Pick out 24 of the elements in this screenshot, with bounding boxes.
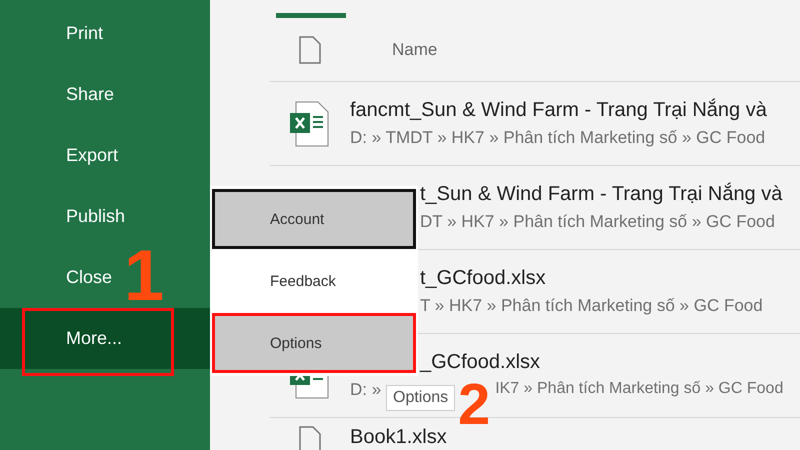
column-header[interactable]: Name <box>392 40 438 60</box>
file-path: T » HK7 » Phân tích Marketing số » GC Food <box>420 296 763 316</box>
file-icon <box>299 36 321 64</box>
file-path: IK7 » Phân tích Marketing số » GC Food <box>495 380 784 399</box>
sidebar-item[interactable]: Export <box>0 125 128 186</box>
file-path: DT » HK7 » Phân tích Marketing số » GC Food <box>420 212 776 232</box>
tab-indicator <box>276 13 346 18</box>
sidebar-item[interactable]: Print <box>0 3 114 64</box>
menu-item[interactable]: Options <box>212 313 416 373</box>
file-name[interactable]: t_Sun & Wind Farm - Trang Trại Nắng và <box>420 183 782 206</box>
sidebar-item[interactable]: More... <box>0 308 210 369</box>
menu-item[interactable]: Account <box>212 189 416 249</box>
file-name[interactable]: fancmt_Sun & Wind Farm - Trang Trại Nắng và <box>350 99 767 122</box>
file-name[interactable]: _GCfood.xlsx <box>420 351 784 374</box>
file-path: D: » TMDT » HK7 » Phân tích Marketing số » GC Food <box>350 128 766 148</box>
tooltip: Options <box>386 385 456 411</box>
file-icon <box>299 426 321 450</box>
file-path: D: » <box>350 380 382 400</box>
spreadsheet-file-icon <box>290 100 330 146</box>
file-name[interactable]: t_GCfood.xlsx <box>420 267 763 290</box>
file-name[interactable]: Book1.xlsx <box>350 426 447 449</box>
sidebar-item[interactable]: Share <box>0 64 124 125</box>
sidebar-item[interactable]: Close <box>0 247 122 308</box>
step-number: 2 <box>458 376 490 434</box>
